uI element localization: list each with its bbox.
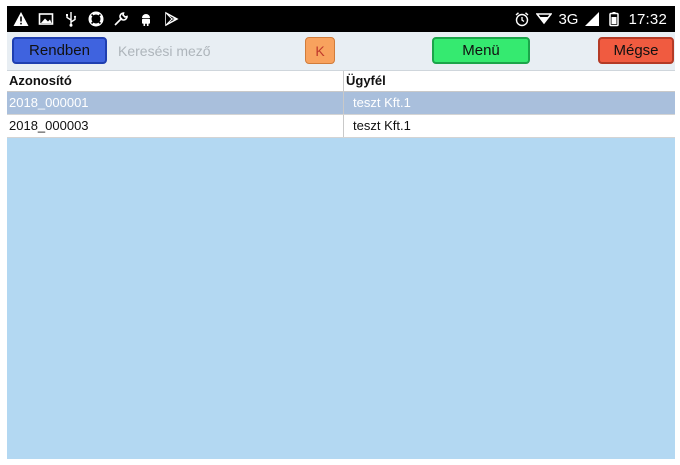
cell-id: 2018_000001 [9,95,89,110]
notification-icons [13,9,179,29]
cell-signal-icon [584,11,600,27]
table-row-selected[interactable]: 2018_000001 teszt Kft.1 [7,92,675,115]
usb-icon [63,11,79,27]
column-header-id[interactable]: Azonosító [7,71,343,91]
records-table: Azonosító Ügyfél 2018_000001 teszt Kft.1… [7,71,675,138]
status-bar: 3G 17:32 [7,6,675,32]
table-row[interactable]: 2018_000003 teszt Kft.1 [7,115,675,138]
menu-button[interactable]: Menü [432,37,530,64]
lifebuoy-icon [88,11,104,27]
ok-button[interactable]: Rendben [12,37,107,64]
image-icon [38,11,54,27]
system-indicators: 3G 17:32 [514,9,667,29]
wrench-icon [113,11,129,27]
column-header-customer[interactable]: Ügyfél [343,71,675,91]
search-input[interactable] [114,38,307,63]
cell-id: 2018_000003 [9,118,89,133]
alarm-icon [514,11,530,27]
signal-icon [536,11,553,27]
android-icon [138,11,154,27]
toolbar: Rendben K Menü Mégse [7,32,675,71]
network-type: 3G [558,10,579,28]
warning-icon [13,11,29,27]
app-screen: 3G 17:32 Rendben K Menü Mégse Azonosító … [7,6,675,459]
table-header: Azonosító Ügyfél [7,71,675,92]
clock: 17:32 [628,10,667,28]
cell-customer: teszt Kft.1 [343,115,675,137]
cell-customer: teszt Kft.1 [343,92,675,114]
k-button[interactable]: K [305,37,335,64]
cancel-button[interactable]: Mégse [598,37,674,64]
play-store-icon [163,11,179,27]
battery-icon [606,11,622,27]
